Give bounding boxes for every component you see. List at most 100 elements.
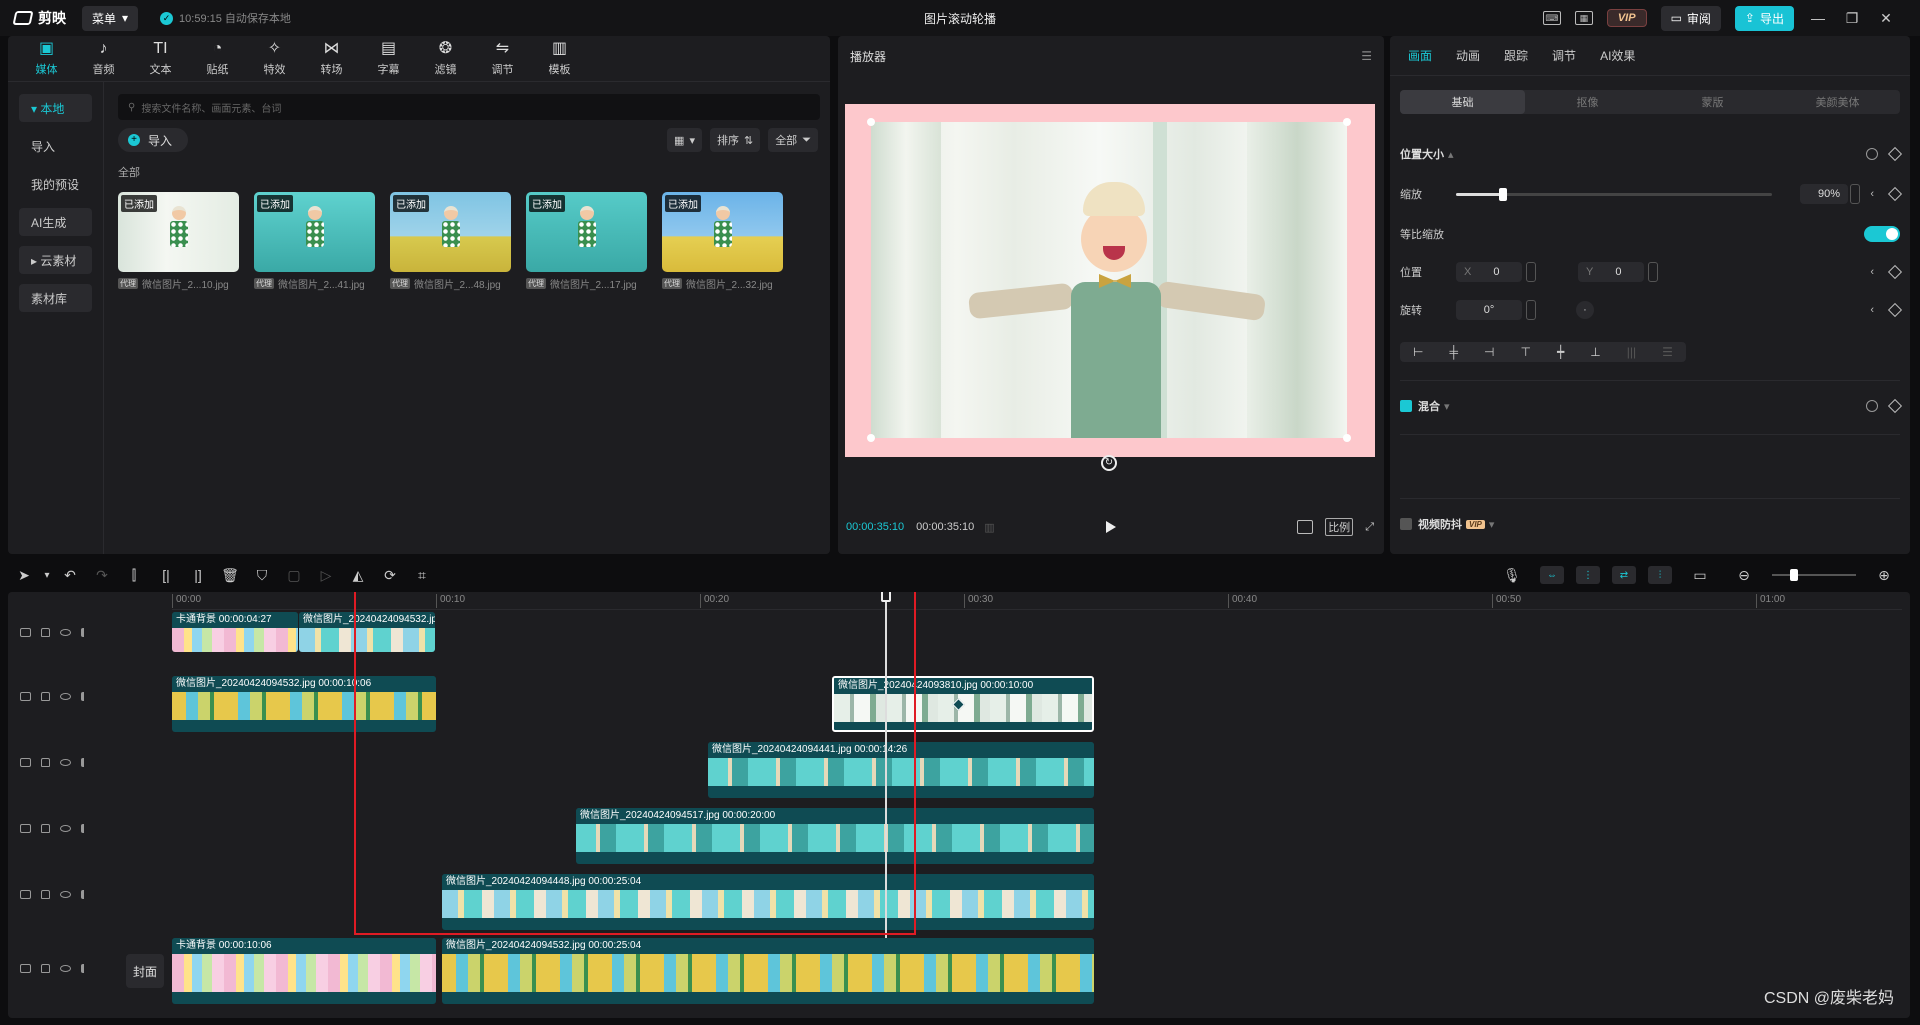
track-type-icon[interactable] bbox=[20, 823, 31, 833]
lock-icon[interactable] bbox=[41, 691, 50, 701]
align-bottom-icon[interactable]: ⊥ bbox=[1590, 345, 1600, 359]
tab-8[interactable]: ⇋ 调节 bbox=[474, 40, 531, 77]
stabilize-checkbox[interactable] bbox=[1400, 518, 1412, 530]
align-middle-v-icon[interactable]: ┿ bbox=[1557, 345, 1564, 359]
tab-7[interactable]: ❂ 滤镜 bbox=[417, 40, 474, 77]
linkage-icon[interactable]: ⇄ bbox=[1612, 566, 1636, 584]
thumbnail-image[interactable]: 已添加 bbox=[254, 192, 375, 272]
zoom-out-icon[interactable]: ⊖ bbox=[1728, 567, 1760, 584]
reset-icon[interactable] bbox=[1866, 148, 1878, 160]
side-item-3[interactable]: AI生成 bbox=[19, 208, 92, 236]
timeline-clip[interactable]: 卡通背景 00:00:10:06 bbox=[172, 938, 436, 1004]
fullscreen-focus-icon[interactable] bbox=[1297, 520, 1314, 534]
lock-icon[interactable] bbox=[41, 627, 50, 637]
speaker-icon[interactable] bbox=[81, 691, 91, 701]
sort-button[interactable]: 排序 ⇅ bbox=[709, 128, 761, 152]
resize-handle-tl[interactable] bbox=[867, 118, 875, 126]
eye-icon[interactable] bbox=[60, 692, 71, 700]
resize-handle-bl[interactable] bbox=[867, 434, 875, 442]
side-item-5[interactable]: 素材库 bbox=[19, 284, 92, 312]
select-cursor-icon[interactable]: ➤ bbox=[8, 567, 40, 584]
timeline-clip[interactable]: 微信图片_20240424094532.jpg 00:00:25:04 bbox=[442, 938, 1094, 1004]
lock-icon[interactable] bbox=[41, 889, 50, 899]
media-thumbnail[interactable]: 已添加 代理 微信图片_2...48.jpg bbox=[390, 192, 511, 291]
tab-6[interactable]: ▤ 字幕 bbox=[360, 40, 417, 77]
resize-handle-br[interactable] bbox=[1343, 434, 1351, 442]
scale-value-input[interactable]: 90% bbox=[1800, 184, 1848, 204]
timeline-grid-icon[interactable]: ▥ bbox=[984, 521, 994, 534]
align-right-icon[interactable]: ⊣ bbox=[1484, 345, 1494, 359]
props-subtab-1[interactable]: 抠像 bbox=[1525, 90, 1650, 114]
shield-icon[interactable]: ⛉ bbox=[246, 567, 278, 584]
close-icon[interactable]: ✕ bbox=[1876, 10, 1896, 27]
lock-icon[interactable] bbox=[41, 963, 50, 973]
redo-icon[interactable]: ↷ bbox=[86, 567, 118, 584]
tab-9[interactable]: ▥ 模板 bbox=[531, 40, 588, 77]
layout-icon[interactable]: ▦ bbox=[1574, 11, 1593, 25]
align-top-icon[interactable]: ⊤ bbox=[1521, 345, 1531, 359]
thumbnail-image[interactable]: 已添加 bbox=[662, 192, 783, 272]
track-type-icon[interactable] bbox=[20, 889, 31, 899]
media-thumbnail[interactable]: 已添加 代理 微信图片_2...17.jpg bbox=[526, 192, 647, 291]
timeline-zoom-slider[interactable] bbox=[1772, 569, 1856, 581]
preview-photo[interactable] bbox=[867, 118, 1351, 442]
keyframe-icon[interactable] bbox=[1887, 398, 1903, 414]
review-button[interactable]: ▭ 审阅 bbox=[1660, 5, 1721, 31]
tab-1[interactable]: ♪ 音频 bbox=[75, 40, 132, 77]
eye-icon[interactable] bbox=[60, 964, 71, 972]
position-x-stepper[interactable] bbox=[1526, 262, 1536, 282]
props-tab-3[interactable]: 调节 bbox=[1552, 47, 1576, 64]
split-left-icon[interactable]: [| bbox=[150, 567, 182, 583]
track-type-icon[interactable] bbox=[20, 963, 31, 973]
link-track-icon[interactable]: ⇔ bbox=[1540, 566, 1564, 584]
props-subtab-0[interactable]: 基础 bbox=[1400, 90, 1525, 114]
align-center-h-icon[interactable]: ╪ bbox=[1450, 345, 1459, 359]
split-right-icon[interactable]: |] bbox=[182, 567, 214, 583]
position-y-stepper[interactable] bbox=[1648, 262, 1658, 282]
reverse-play-icon[interactable]: ▷ bbox=[310, 567, 342, 584]
minimize-icon[interactable]: — bbox=[1808, 10, 1828, 26]
side-item-0[interactable]: ▾ 本地 bbox=[19, 94, 92, 122]
props-tab-1[interactable]: 动画 bbox=[1456, 47, 1480, 64]
restore-icon[interactable]: ❐ bbox=[1842, 10, 1862, 27]
tab-2[interactable]: TI 文本 bbox=[132, 40, 189, 77]
blend-checkbox[interactable] bbox=[1400, 400, 1412, 412]
timeline-clip[interactable]: 卡通背景 00:00:04:27 bbox=[172, 612, 298, 652]
side-item-1[interactable]: 导入 bbox=[19, 132, 92, 160]
props-tab-4[interactable]: AI效果 bbox=[1600, 47, 1635, 64]
position-x-input[interactable]: X 0 bbox=[1456, 262, 1522, 282]
track-type-icon[interactable] bbox=[20, 627, 31, 637]
tab-4[interactable]: ✧ 特效 bbox=[246, 40, 303, 77]
filter-button[interactable]: 全部 ⏷ bbox=[768, 128, 818, 152]
undo-icon[interactable]: ↶ bbox=[54, 567, 86, 584]
eye-icon[interactable] bbox=[60, 758, 71, 766]
microphone-icon[interactable]: 🎙 bbox=[1496, 567, 1528, 584]
keyframe-icon[interactable] bbox=[1887, 146, 1903, 162]
tab-5[interactable]: ⋈ 转场 bbox=[303, 40, 360, 77]
freeze-icon[interactable]: ▢ bbox=[278, 567, 310, 584]
chevron-left-icon[interactable]: ‹ bbox=[1870, 266, 1874, 278]
resize-handle-tr[interactable] bbox=[1343, 118, 1351, 126]
rotate-handle-icon[interactable]: ↻ bbox=[1101, 455, 1117, 471]
chevron-left-icon[interactable]: ‹ bbox=[1870, 304, 1874, 316]
eye-icon[interactable] bbox=[60, 628, 71, 636]
expand-icon[interactable]: ⤢ bbox=[1365, 521, 1374, 534]
scale-slider-knob[interactable] bbox=[1499, 188, 1508, 201]
hamburger-menu-icon[interactable]: ☰ bbox=[1361, 49, 1372, 63]
chevron-left-icon[interactable]: ‹ bbox=[1870, 188, 1874, 200]
speaker-icon[interactable] bbox=[81, 757, 91, 767]
export-button[interactable]: ⇪ 导出 bbox=[1734, 5, 1794, 31]
eye-icon[interactable] bbox=[60, 890, 71, 898]
rotate-icon[interactable]: ⟳ bbox=[374, 567, 406, 584]
rotate-dial-icon[interactable]: · bbox=[1576, 301, 1594, 319]
media-search-input[interactable]: ⚲ 搜索文件名称、画面元素、台词 bbox=[118, 94, 820, 120]
speaker-icon[interactable] bbox=[81, 963, 91, 973]
rotate-stepper[interactable] bbox=[1526, 300, 1536, 320]
lock-icon[interactable] bbox=[41, 823, 50, 833]
speaker-icon[interactable] bbox=[81, 823, 91, 833]
media-thumbnail[interactable]: 已添加 代理 微信图片_2...32.jpg bbox=[662, 192, 783, 291]
eye-icon[interactable] bbox=[60, 824, 71, 832]
vip-badge[interactable]: VIP bbox=[1606, 9, 1647, 27]
speaker-icon[interactable] bbox=[81, 627, 91, 637]
chevron-down-icon[interactable]: ▾ bbox=[1444, 400, 1450, 413]
